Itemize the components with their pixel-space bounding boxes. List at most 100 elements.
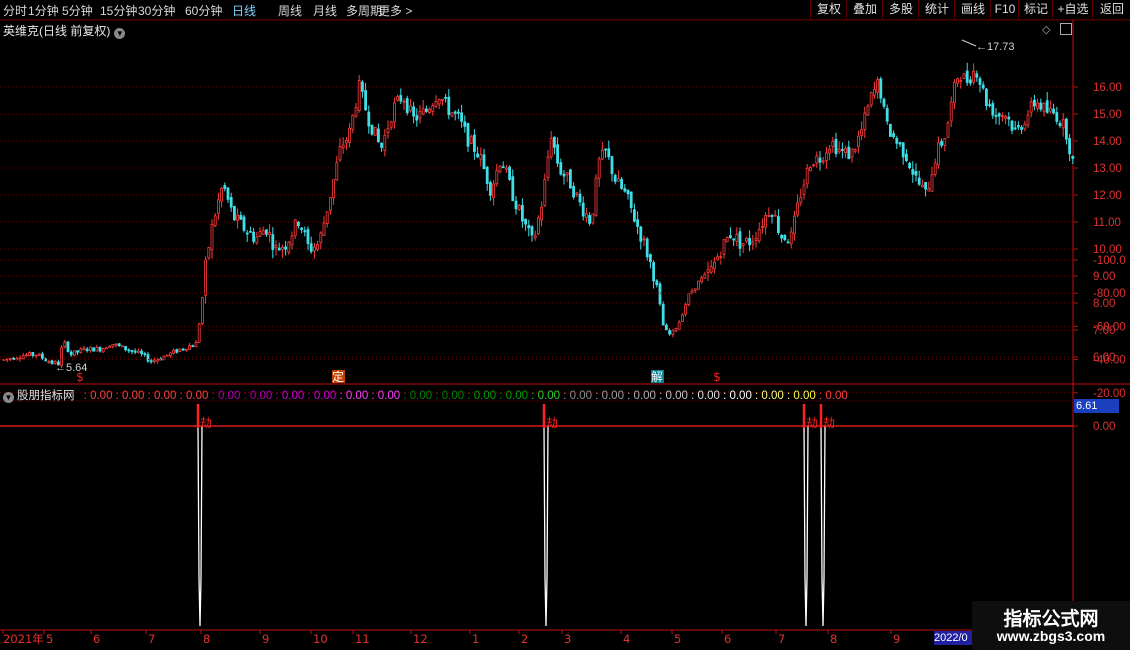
candle-body — [780, 234, 783, 239]
date-tick-label: 8 — [203, 632, 210, 646]
candle-body — [940, 141, 943, 146]
candle-body — [649, 254, 652, 263]
candle-body — [1007, 116, 1011, 120]
candle-body — [706, 269, 710, 273]
candle-body — [908, 162, 911, 169]
candle-body — [524, 218, 527, 225]
candle-body — [517, 205, 521, 210]
candle-body — [1036, 102, 1039, 109]
candle-body — [63, 341, 67, 348]
candle-body — [895, 137, 899, 144]
candle-body — [418, 110, 422, 119]
candle-body — [28, 352, 32, 356]
candle-body — [543, 179, 547, 206]
candle-body — [569, 169, 572, 189]
candle-body — [610, 156, 614, 175]
candle-body — [415, 115, 419, 121]
candle-body — [338, 146, 342, 161]
candle-body — [466, 123, 470, 147]
candle-body — [748, 237, 751, 246]
candle-body — [597, 158, 601, 179]
candle-body — [200, 297, 204, 324]
candle-body — [76, 350, 79, 353]
candle-body — [751, 241, 755, 245]
candle-body — [729, 235, 732, 238]
candle-body — [972, 70, 975, 83]
candle-body — [978, 78, 982, 85]
signal-marker-3: $ — [713, 370, 721, 384]
candle-body — [844, 148, 847, 153]
date-tick-label: 4 — [623, 632, 630, 646]
candle-body — [1055, 112, 1059, 122]
candle-body — [85, 348, 89, 351]
candle-body — [175, 349, 179, 353]
candle-body — [197, 323, 201, 343]
candle-body — [168, 352, 172, 357]
diamond-icon[interactable]: ◇ — [1042, 23, 1050, 36]
candle-body — [8, 358, 12, 361]
candle-body — [389, 121, 393, 128]
indicator-value: : 0.00 — [655, 390, 688, 402]
candle-body — [335, 162, 339, 181]
chevron-down-icon[interactable]: ▼ — [3, 392, 14, 403]
candle-body — [319, 232, 323, 244]
candle-body — [396, 96, 400, 101]
date-tick-label: 5 — [674, 632, 681, 646]
candle-body — [402, 100, 406, 103]
candle-body — [556, 144, 559, 164]
indicator-value: : 0.00 — [176, 390, 209, 402]
candle-body — [130, 350, 134, 352]
indicator-value: : 0.00 — [496, 390, 529, 402]
candle-body — [905, 153, 908, 161]
candle-body — [1033, 99, 1036, 107]
candle-body — [18, 357, 22, 360]
candle-body — [1039, 102, 1043, 110]
candle-body — [604, 148, 607, 151]
candle-body — [498, 165, 502, 173]
candle-body — [988, 104, 991, 107]
candle-body — [152, 359, 156, 362]
candle-body — [626, 189, 630, 195]
candle-body — [677, 321, 681, 330]
chevron-down-icon[interactable]: ▼ — [114, 28, 126, 39]
candle-body — [629, 191, 633, 208]
candle-body — [879, 78, 883, 99]
candle-body — [364, 90, 368, 111]
candle-body — [328, 197, 332, 211]
candle-body — [860, 129, 863, 136]
candle-body — [892, 133, 895, 138]
candle-body — [1001, 115, 1004, 118]
candle-body — [274, 244, 278, 248]
indicator-tick-label: -60.00 — [1093, 321, 1126, 333]
indicator-tick-label: -20.00 — [1093, 388, 1126, 400]
candle-body — [585, 213, 588, 219]
indicator-value: : 0.00 — [560, 390, 592, 402]
candle-body — [82, 347, 86, 351]
candle-body — [1013, 127, 1017, 130]
candle-body — [873, 88, 876, 96]
candle-body — [809, 167, 812, 172]
candle-body — [300, 227, 304, 230]
candle-body — [360, 81, 364, 92]
candle-body — [639, 226, 643, 242]
indicator-header: ▼ 股朋指标网 : 0.00 : 0.00 : 0.00 : 0.00 : 0.0… — [3, 387, 848, 403]
candle-body — [1058, 123, 1062, 127]
jie-marker: 劫 — [823, 416, 835, 430]
candle-body — [633, 209, 636, 222]
panel-toggle-icon[interactable] — [1060, 23, 1072, 35]
signal-marker-0: $ — [76, 370, 84, 384]
candle-body — [805, 167, 809, 185]
indicator-spike — [543, 425, 549, 627]
candle-body — [440, 98, 444, 101]
candle-body — [188, 345, 192, 350]
candle-body — [930, 174, 934, 192]
candle-body — [799, 196, 803, 203]
candle-body — [354, 107, 358, 117]
candle-body — [488, 182, 492, 196]
candle-body — [921, 184, 924, 188]
candle-body — [124, 345, 127, 351]
candle-body — [847, 146, 851, 160]
candle-body — [937, 142, 940, 166]
date-axis: 2021年 5 6 7 8 9 10 11 12 1 2 3 4 5 6 7 8 9 — [2, 630, 900, 646]
indicator-value: : 0.00 — [144, 390, 177, 402]
